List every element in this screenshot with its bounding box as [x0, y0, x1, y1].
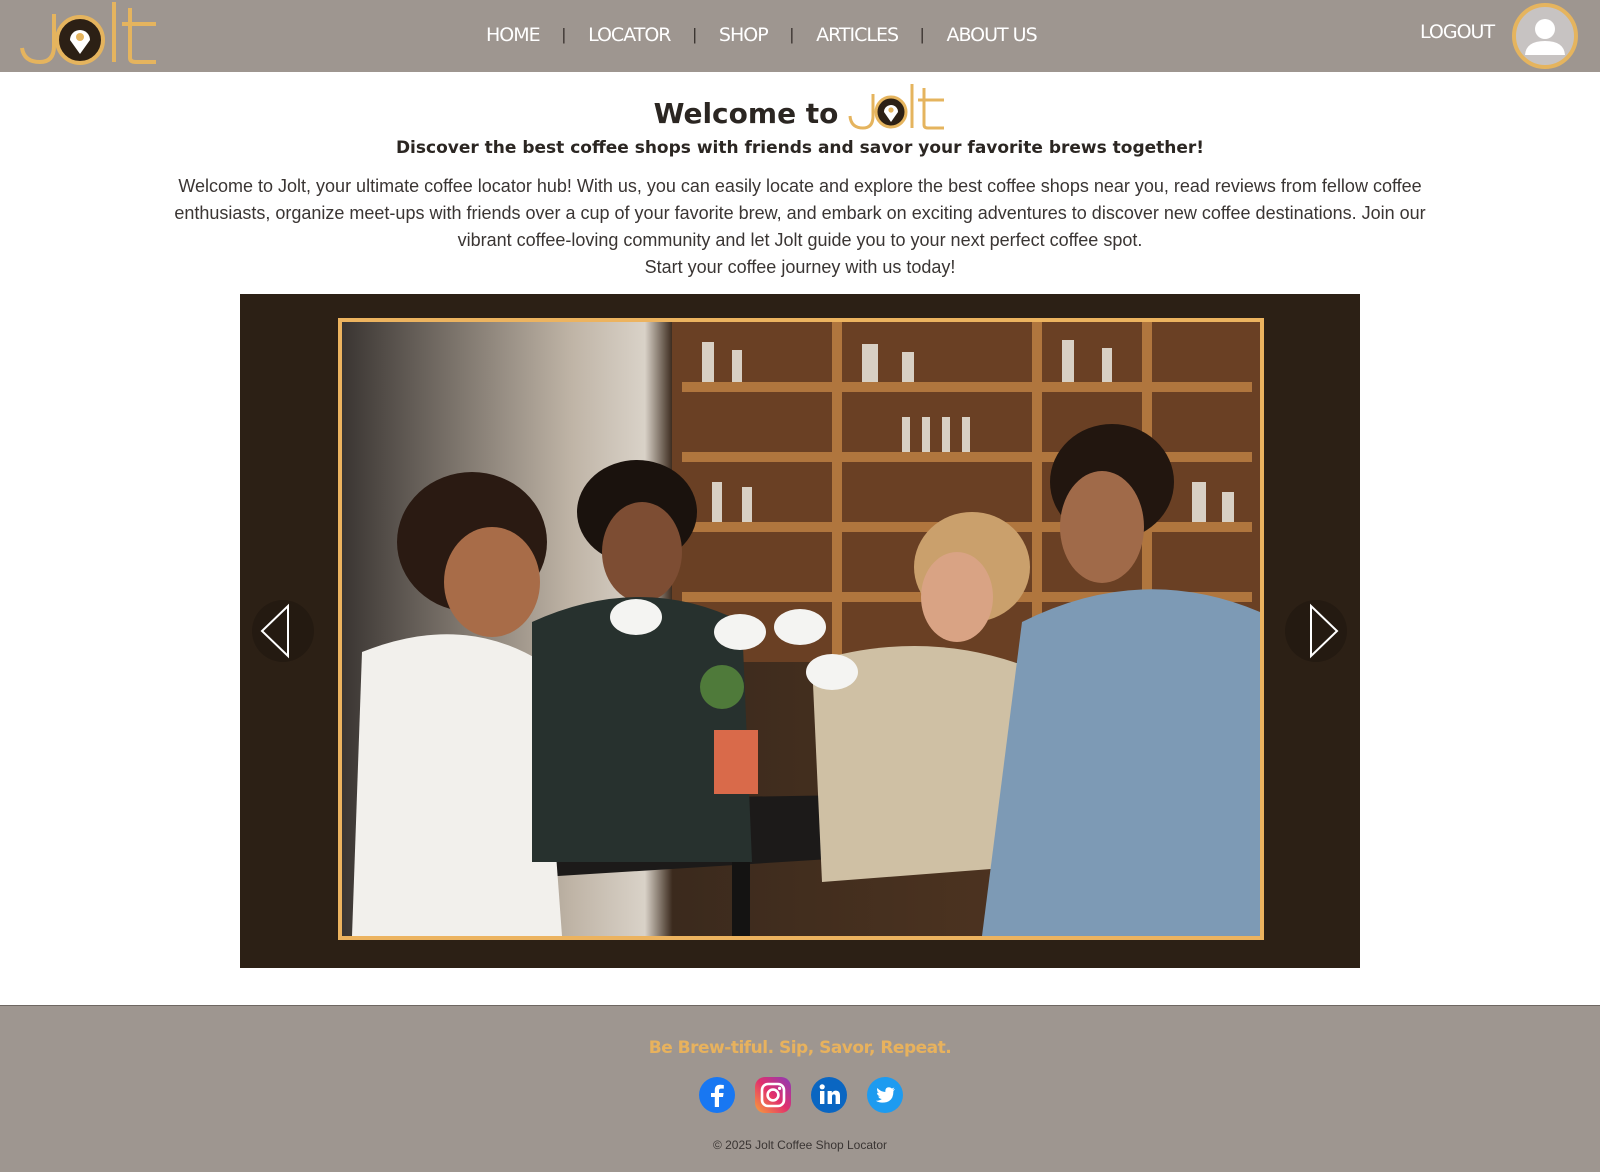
jolt-logo[interactable]: [18, 0, 164, 70]
user-avatar-icon[interactable]: [1512, 3, 1578, 69]
jolt-logo: [848, 84, 945, 130]
nav-locator[interactable]: LOCATOR: [588, 24, 671, 46]
carousel-next-button[interactable]: [1285, 600, 1347, 662]
image-carousel: [240, 294, 1360, 968]
instagram-icon[interactable]: [754, 1076, 792, 1114]
top-navigation-bar: HOME | LOCATOR | SHOP | ARTICLES | ABOUT…: [0, 0, 1600, 72]
carousel-slide-image: [338, 318, 1264, 940]
facebook-icon[interactable]: [698, 1076, 736, 1114]
nav-separator: |: [561, 25, 567, 44]
welcome-heading: Welcome to: [0, 78, 1600, 132]
site-footer: Be Brew-tiful. Sip, Savor, Repeat. © 202…: [0, 1005, 1600, 1172]
nav-about-us[interactable]: ABOUT US: [946, 24, 1037, 46]
chevron-left-icon: [260, 603, 289, 659]
nav-articles[interactable]: ARTICLES: [816, 24, 899, 46]
nav-separator: |: [789, 25, 795, 44]
copyright-text: © 2025 Jolt Coffee Shop Locator: [712, 1138, 888, 1152]
nav-shop[interactable]: SHOP: [719, 24, 769, 46]
hero-description: Welcome to Jolt, your ultimate coffee lo…: [174, 176, 1426, 250]
hero-cta-line: Start your coffee journey with us today!: [644, 257, 956, 277]
twitter-icon[interactable]: [866, 1076, 904, 1114]
linkedin-icon[interactable]: [810, 1076, 848, 1114]
hero-subtitle: Discover the best coffee shops with frie…: [395, 138, 1205, 158]
chevron-right-icon: [1310, 603, 1339, 659]
nav-separator: |: [920, 25, 925, 44]
carousel-prev-button[interactable]: [252, 600, 314, 662]
footer-tagline: Be Brew-tiful. Sip, Savor, Repeat.: [648, 1038, 952, 1058]
logout-button[interactable]: LOGOUT: [1420, 21, 1495, 43]
nav-separator: |: [692, 25, 697, 44]
main-nav: HOME | LOCATOR | SHOP | ARTICLES | ABOUT…: [486, 20, 1038, 50]
social-links: [698, 1076, 904, 1116]
friends-toasting-coffee-photo: [342, 322, 1260, 936]
nav-home[interactable]: HOME: [486, 24, 541, 46]
welcome-text: Welcome to: [653, 97, 839, 130]
